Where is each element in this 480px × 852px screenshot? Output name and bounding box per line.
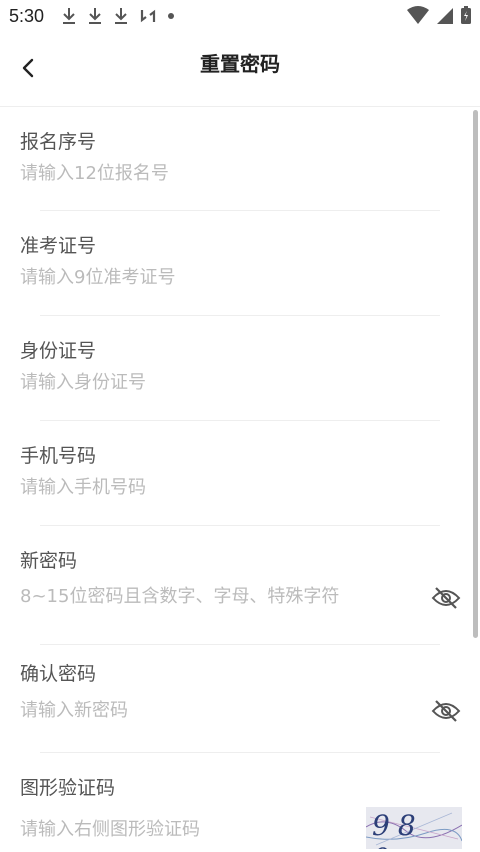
status-time: 5:30 [9, 6, 45, 26]
registration-number-input[interactable] [20, 163, 420, 184]
reset-password-form: 报名序号 准考证号 身份证号 手机号码 新密码 确认密码 [0, 107, 480, 852]
sync-icon [140, 9, 156, 23]
download-icon [89, 8, 101, 24]
eye-off-icon [431, 587, 461, 609]
field-label: 新密码 [20, 550, 78, 572]
id-number-input[interactable] [20, 372, 420, 393]
toggle-confirm-password-visibility[interactable] [430, 697, 462, 725]
download-icon [115, 8, 127, 24]
status-system-icons [406, 5, 472, 25]
page-title: 重置密码 [200, 52, 280, 76]
field-label: 手机号码 [20, 445, 97, 467]
admission-ticket-input[interactable] [20, 267, 420, 288]
field-label: 确认密码 [20, 663, 97, 685]
captcha-input[interactable] [20, 819, 350, 840]
wifi-icon [407, 6, 429, 24]
app-bar: 重置密码 [0, 34, 480, 107]
field-label: 身份证号 [20, 340, 97, 362]
captcha-text: 98 0 [372, 809, 424, 849]
signal-icon [437, 8, 453, 24]
status-bar: 5:30 [0, 0, 480, 34]
divider [40, 315, 440, 316]
new-password-input[interactable] [20, 586, 420, 607]
status-notification-icons [60, 6, 176, 26]
field-label: 准考证号 [20, 235, 97, 257]
divider [40, 420, 440, 421]
phone-number-input[interactable] [20, 477, 420, 498]
dot-icon [168, 13, 174, 19]
scrollbar[interactable] [473, 110, 478, 638]
field-label: 图形验证码 [20, 777, 116, 799]
field-label: 报名序号 [20, 131, 97, 153]
divider [40, 752, 440, 753]
eye-off-icon [431, 700, 461, 722]
divider [40, 525, 440, 526]
divider [40, 644, 440, 645]
battery-icon [461, 6, 471, 24]
divider [40, 210, 440, 211]
download-icon [63, 8, 75, 24]
toggle-new-password-visibility[interactable] [430, 584, 462, 612]
captcha-image[interactable]: 98 0 [366, 807, 462, 849]
confirm-password-input[interactable] [20, 700, 420, 721]
